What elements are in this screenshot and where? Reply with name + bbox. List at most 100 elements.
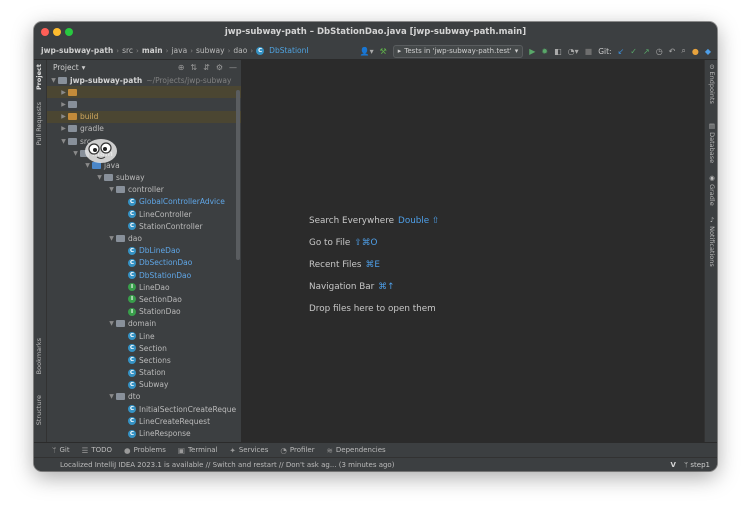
tree-row-root[interactable]: ▼ jwp-subway-path ~/Projects/jwp-subway <box>47 74 241 86</box>
minimize-window-button[interactable] <box>53 28 61 36</box>
stop-icon[interactable]: ■ <box>585 47 593 56</box>
git-branch-widget[interactable]: ᛘ step1 <box>684 461 710 469</box>
search-icon[interactable]: ⌕ <box>681 46 685 56</box>
run-configuration-select[interactable]: ▸ Tests in 'jwp-subway-path.test' ▾ <box>392 44 524 58</box>
history-icon[interactable]: ◷ <box>656 47 663 56</box>
tree-row-file[interactable]: C Station <box>47 367 241 379</box>
tree-row-file[interactable]: C Line <box>47 330 241 342</box>
chevron-down-icon[interactable]: ▼ <box>59 138 68 145</box>
tree-row-hidden-folder[interactable]: ▶ <box>47 86 241 99</box>
chevron-right-icon[interactable]: ▶ <box>59 113 68 120</box>
tab-project[interactable]: Project <box>35 64 43 90</box>
expand-all-icon[interactable]: ⇅ <box>190 63 197 72</box>
chevron-down-icon[interactable]: ▾ <box>82 63 86 72</box>
tree-row-domain[interactable]: ▼ domain <box>47 318 241 330</box>
tree-row-src[interactable]: ▼ src <box>47 135 241 147</box>
build-hammer-icon[interactable]: ⚒ <box>380 47 387 56</box>
tab-pull-requests[interactable]: Pull Requests <box>35 102 43 145</box>
hide-icon[interactable]: — <box>229 63 237 72</box>
chevron-down-icon[interactable]: ▼ <box>83 162 92 169</box>
breadcrumb-subway[interactable]: subway <box>196 46 225 55</box>
tree-row-main[interactable]: ▼ main <box>47 147 241 159</box>
tree-row-file[interactable]: C LineCreateRequest <box>47 415 241 427</box>
gear-icon[interactable]: ⚙ <box>216 63 223 72</box>
chevron-down-icon[interactable]: ▼ <box>107 235 116 242</box>
tree-row-file[interactable]: C LineController <box>47 208 241 220</box>
locate-icon[interactable]: ⊕ <box>178 63 185 72</box>
tree-row-file[interactable]: C DbStationDao <box>47 269 241 281</box>
chevron-down-icon[interactable]: ▼ <box>49 77 58 84</box>
breadcrumb-file[interactable]: C DbStationI <box>256 46 309 55</box>
tree-row-build[interactable]: ▶ build <box>47 110 241 123</box>
editor-empty-area[interactable]: Search Everywhere Double ⇧ Go to File ⇧⌘O … <box>242 60 704 442</box>
coverage-icon[interactable]: ◧ <box>554 47 562 56</box>
tree-row-dto[interactable]: ▼ dto <box>47 391 241 403</box>
update-available-icon[interactable]: ● <box>692 47 699 56</box>
breadcrumb-java[interactable]: java <box>171 46 187 55</box>
ide-logo-icon[interactable]: ◆ <box>705 47 711 56</box>
tab-bookmarks[interactable]: Bookmarks <box>35 338 43 374</box>
git-push-icon[interactable]: ↗ <box>643 47 650 56</box>
tree-row-file[interactable]: I LineDao <box>47 281 241 293</box>
tree-row-hidden-folder-2[interactable]: ▶ <box>47 98 241 110</box>
git-update-icon[interactable]: ↙ <box>618 47 625 56</box>
tree-row-file[interactable]: I SectionDao <box>47 293 241 305</box>
folder-icon <box>58 76 67 84</box>
tool-git[interactable]: ᛘ Git <box>52 446 70 455</box>
close-window-button[interactable] <box>41 28 49 36</box>
tool-dependencies[interactable]: ≋ Dependencies <box>327 446 386 455</box>
chevron-down-icon[interactable]: ▼ <box>107 393 116 400</box>
tool-services[interactable]: ✦ Services <box>230 446 269 455</box>
tree-row-file[interactable]: I StationDao <box>47 306 241 318</box>
chevron-right-icon[interactable]: ▶ <box>59 125 68 132</box>
breadcrumb-src[interactable]: src <box>122 46 133 55</box>
tree-row-file[interactable]: C StationController <box>47 220 241 232</box>
tree-row-controller[interactable]: ▼ controller <box>47 184 241 196</box>
user-icon[interactable]: 👤▾ <box>360 47 374 56</box>
tree-row-file[interactable]: C DbLineDao <box>47 245 241 257</box>
profile-icon[interactable]: ◔▾ <box>568 47 579 56</box>
project-tree: ▼ jwp-subway-path ~/Projects/jwp-subway … <box>47 74 241 440</box>
tool-problems[interactable]: ● Problems <box>124 446 166 455</box>
vim-icon[interactable]: V <box>671 461 676 469</box>
tab-notifications[interactable]: ♪ Notifications <box>708 216 716 267</box>
breadcrumb-main[interactable]: main <box>142 46 163 55</box>
java-class-icon: C <box>128 417 136 426</box>
maximize-window-button[interactable] <box>65 28 73 36</box>
debug-icon[interactable]: ✹ <box>541 47 548 56</box>
chevron-down-icon[interactable]: ▼ <box>107 186 116 193</box>
chevron-right-icon[interactable]: ▶ <box>59 89 68 96</box>
tree-row-file[interactable]: C DbSectionDao <box>47 257 241 269</box>
tree-row-gradle[interactable]: ▶ gradle <box>47 123 241 135</box>
tree-label: StationController <box>139 221 203 231</box>
tree-row-file[interactable]: C Section <box>47 342 241 354</box>
tab-database[interactable]: ▤ Database <box>708 122 716 163</box>
tab-structure[interactable]: Structure <box>35 395 43 425</box>
tree-row-file[interactable]: C Subway <box>47 379 241 391</box>
breadcrumb-project[interactable]: jwp-subway-path <box>41 46 113 55</box>
tree-row-java[interactable]: ▼ java <box>47 159 241 171</box>
project-panel-title[interactable]: Project <box>53 63 79 72</box>
project-scrollbar[interactable] <box>236 90 240 260</box>
chevron-down-icon[interactable]: ▼ <box>107 320 116 327</box>
git-commit-icon[interactable]: ✓ <box>630 47 637 56</box>
chevron-down-icon[interactable]: ▼ <box>71 150 80 157</box>
chevron-right-icon[interactable]: ▶ <box>59 101 68 108</box>
status-message[interactable]: Localized IntelliJ IDEA 2023.1 is availa… <box>60 461 394 469</box>
tool-profiler[interactable]: ◔ Profiler <box>280 446 314 455</box>
tree-row-subway[interactable]: ▼ subway <box>47 172 241 184</box>
tab-endpoints[interactable]: ⊙ Endpoints <box>708 64 716 104</box>
collapse-all-icon[interactable]: ⇵ <box>203 63 210 72</box>
tab-gradle[interactable]: ◉ Gradle <box>708 174 716 206</box>
breadcrumb-dao[interactable]: dao <box>233 46 247 55</box>
tree-row-file[interactable]: C InitialSectionCreateReque <box>47 403 241 415</box>
tree-row-file[interactable]: C LineResponse <box>47 427 241 439</box>
rollback-icon[interactable]: ↶ <box>669 47 676 56</box>
tree-row-file[interactable]: C Sections <box>47 354 241 366</box>
tool-terminal[interactable]: ▣ Terminal <box>178 446 218 455</box>
tree-row-dao[interactable]: ▼ dao <box>47 232 241 244</box>
run-icon[interactable]: ▶ <box>529 47 535 56</box>
chevron-down-icon[interactable]: ▼ <box>95 174 104 181</box>
tool-todo[interactable]: ☰ TODO <box>82 446 112 455</box>
tree-row-file[interactable]: C GlobalControllerAdvice <box>47 196 241 208</box>
